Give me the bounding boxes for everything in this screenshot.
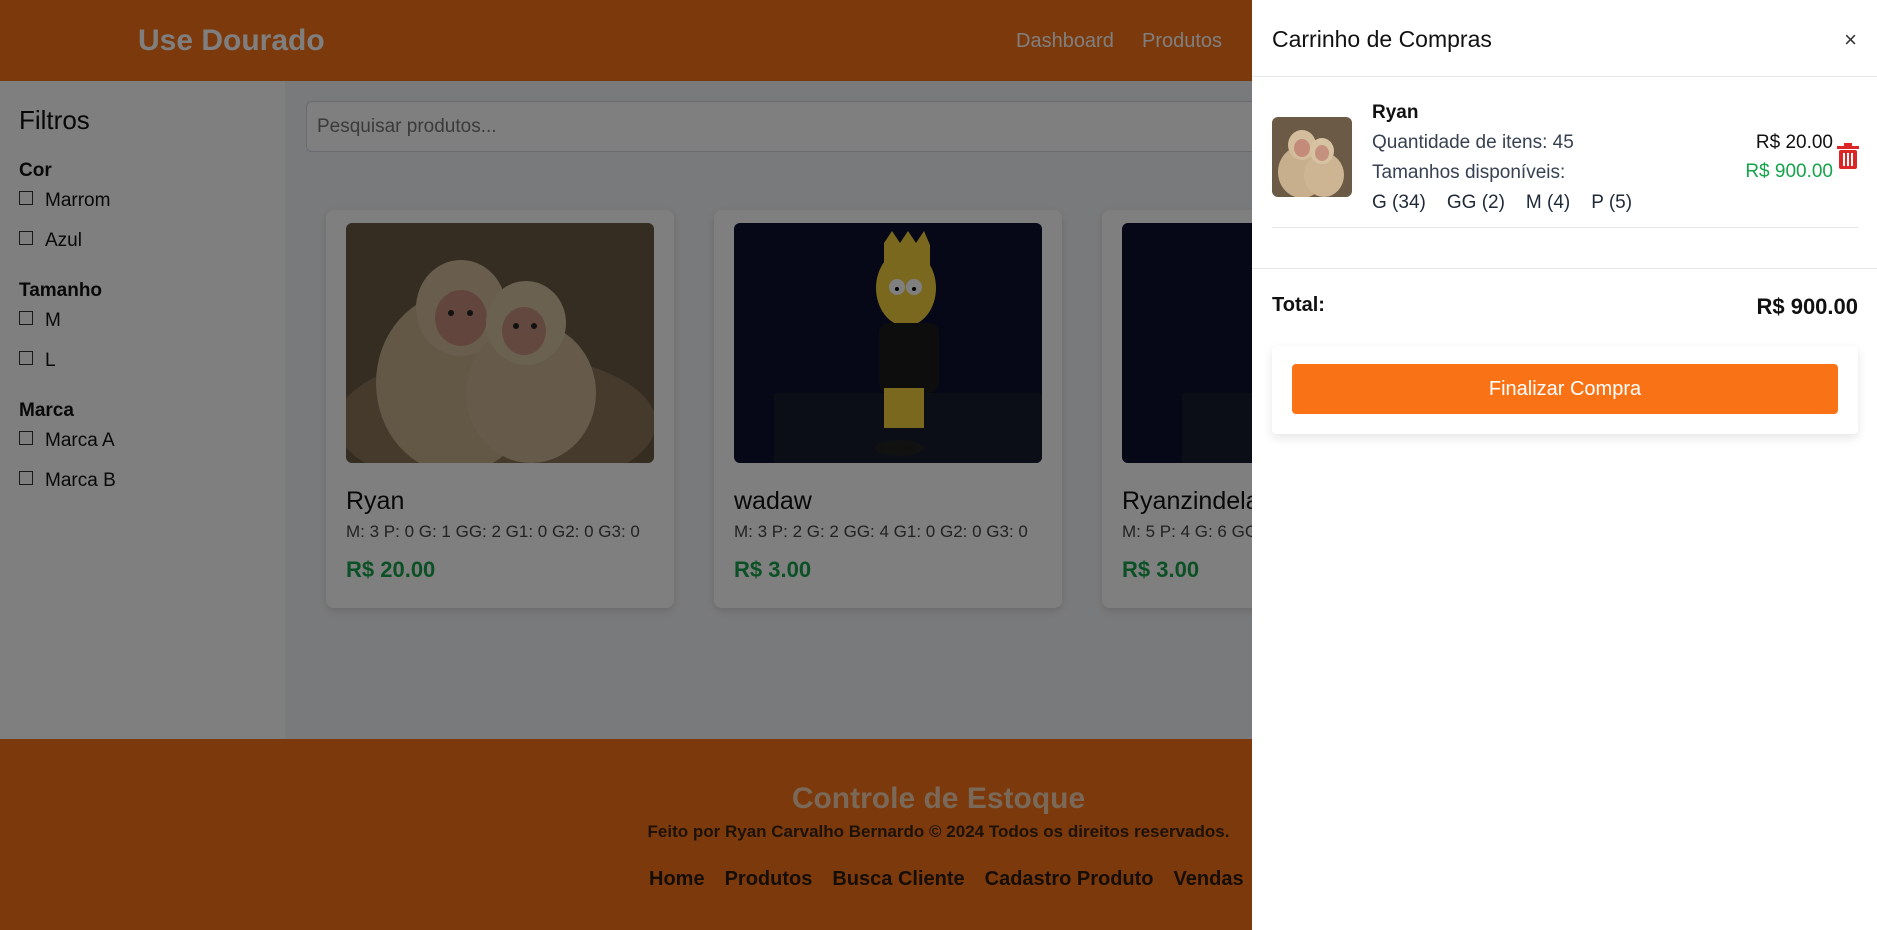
size-chip: P (5) [1591,192,1633,213]
total-label: Total: [1272,294,1325,316]
cart-item-subtotal: R$ 900.00 [1745,161,1833,182]
cart-item-sizes-label: Tamanhos disponíveis: [1372,162,1566,183]
total-value: R$ 900.00 [1756,294,1858,319]
checkout-panel: Finalizar Compra [1272,346,1858,434]
size-chip: M (4) [1525,192,1571,213]
cart-item-name: Ryan [1372,102,1419,123]
cart-title: Carrinho de Compras [1272,26,1492,52]
trash-icon[interactable] [1837,143,1859,169]
size-chip: G (34) [1372,192,1426,213]
cart-header: Carrinho de Compras × [1252,0,1877,77]
close-icon[interactable]: × [1844,27,1857,53]
cart-item-thumbnail [1272,117,1352,197]
cart-item: Ryan Quantidade de itens: 45 Tamanhos di… [1272,98,1859,228]
checkout-button[interactable]: Finalizar Compra [1292,364,1838,414]
cart-item-unit-price: R$ 20.00 [1755,132,1833,153]
cart-drawer: Carrinho de Compras × Ryan Quantidade de… [1252,0,1877,930]
size-chip: GG (2) [1446,192,1505,213]
cart-item-quantity: Quantidade de itens: 45 [1372,132,1574,153]
cart-item-sizes: G (34) GG (2) M (4) P (5) [1372,192,1632,214]
divider [1252,268,1877,269]
